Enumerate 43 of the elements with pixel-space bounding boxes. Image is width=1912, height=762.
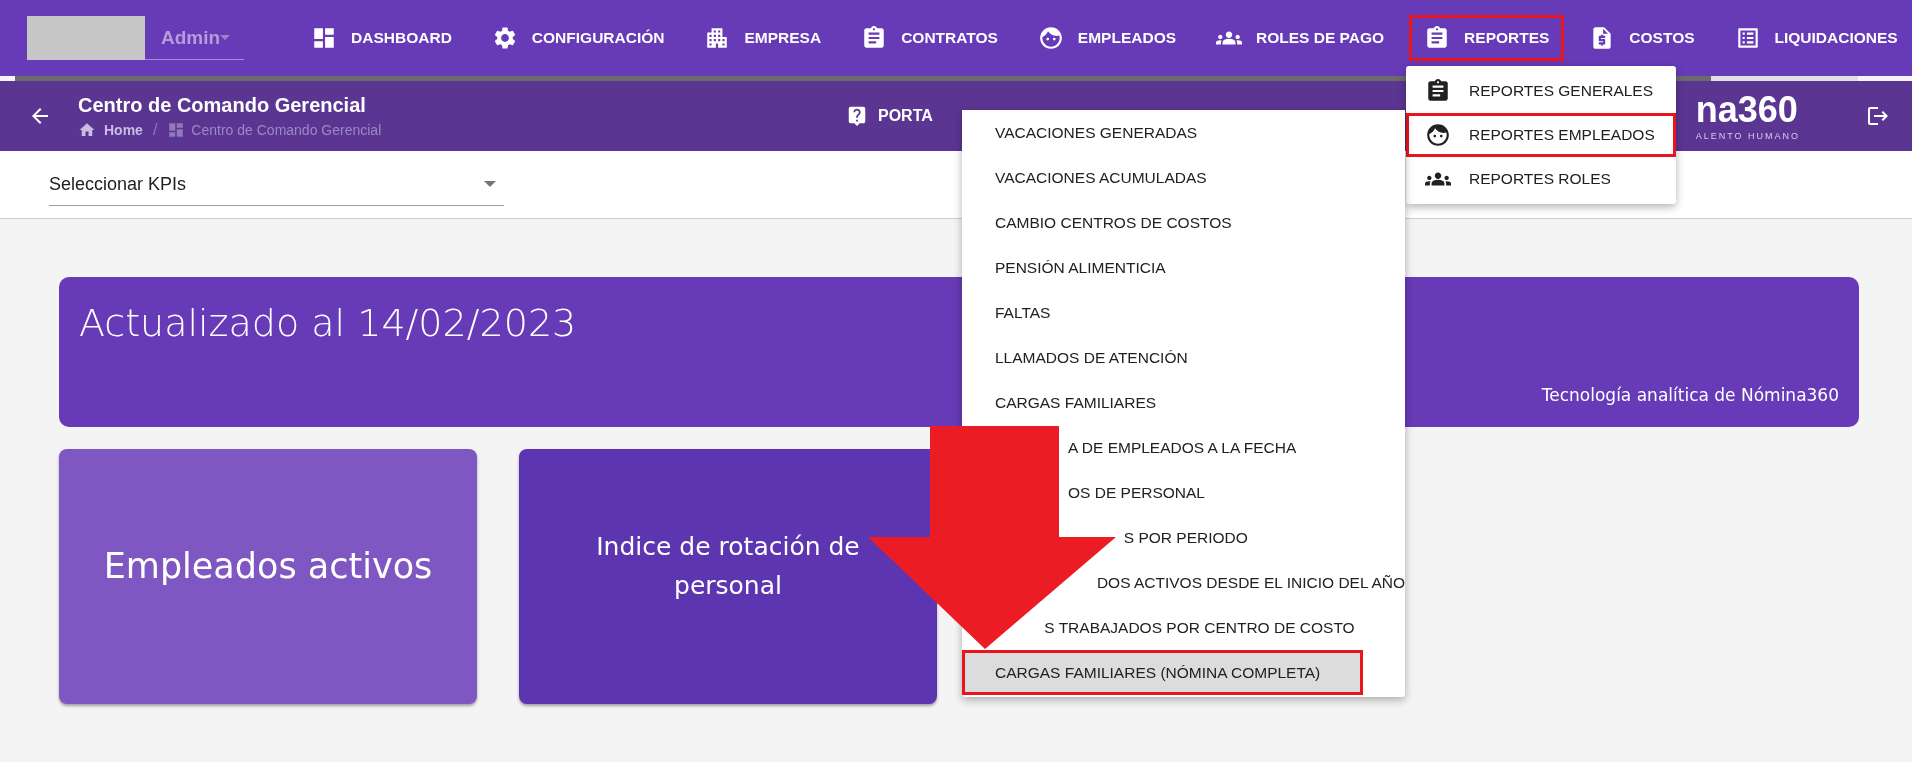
menu-item[interactable]: REPORTES ROLES <box>1406 157 1676 201</box>
kpi-card[interactable]: Empleados activos <box>59 449 477 704</box>
page-title: Centro de Comando Gerencial <box>78 93 367 117</box>
nav-item[interactable]: ROLES DE PAGO <box>1201 15 1400 61</box>
menu-item[interactable]: REPORTES GENERALES <box>1406 69 1676 113</box>
caret-icon <box>220 35 231 40</box>
menu-item[interactable]: VACACIONES ACUMULADAS <box>962 155 1405 200</box>
nav-item[interactable]: EMPRESA <box>689 15 837 61</box>
nav-item[interactable]: LIQUIDACIONES <box>1719 15 1912 61</box>
kpi-select[interactable]: Seleccionar KPIs <box>49 163 504 206</box>
logo-text: na360 <box>1695 91 1798 128</box>
nav-item[interactable]: CONTRATOS <box>846 15 1013 61</box>
user-name: Admin <box>161 26 221 49</box>
menu-item[interactable]: CAMBIO CENTROS DE COSTOS <box>962 200 1405 245</box>
breadcrumb-current: Centro de Comando Gerencial <box>191 121 382 138</box>
nav-item[interactable]: CONFIGURACIÓN <box>476 15 680 61</box>
kpi-card[interactable]: Indice de rotación de personal <box>519 449 937 704</box>
banner-footer: Tecnología analítica de Nómina360 <box>1541 385 1839 405</box>
nav-item[interactable]: EMPLEADOS <box>1022 15 1192 61</box>
menu-item[interactable]: CARGAS FAMILIARES <box>962 380 1405 425</box>
clipboard-icon <box>1425 78 1451 104</box>
face-icon <box>1037 25 1064 51</box>
banner-title: Actualizado al 14/02/2023 <box>79 301 577 345</box>
nav-item[interactable]: DASHBOARD <box>296 15 467 61</box>
menu-item[interactable]: REPORTES EMPLEADOS <box>1406 113 1676 157</box>
logout-icon[interactable] <box>1866 104 1890 128</box>
menu-item[interactable]: CARGAS FAMILIARES (NÓMINA COMPLETA) <box>962 650 1363 695</box>
nav-item[interactable]: COSTOS <box>1574 15 1710 61</box>
kpi-card-label: Empleados activos <box>103 545 433 589</box>
breadcrumb-link[interactable]: Home <box>78 120 143 139</box>
kpi-card-label: Indice de rotación de personal <box>595 530 861 602</box>
nav-item[interactable]: REPORTES <box>1409 15 1565 61</box>
menu-item[interactable]: VACACIONES GENERADAS <box>962 110 1405 155</box>
menu-item[interactable]: FALTAS <box>962 290 1405 335</box>
portal-button[interactable]: PORTA <box>846 105 933 127</box>
logo-tagline: ALENTO HUMANO <box>1695 130 1800 141</box>
dashboard-icon <box>167 120 186 139</box>
menu-item[interactable]: LLAMADOS DE ATENCIÓN <box>962 335 1405 380</box>
face-icon <box>1425 122 1451 148</box>
help-icon <box>846 105 868 127</box>
menu-item[interactable]: PENSIÓN ALIMENTICIA <box>962 245 1405 290</box>
breadcrumb-separator: / <box>152 120 158 139</box>
caret-icon <box>484 181 496 187</box>
